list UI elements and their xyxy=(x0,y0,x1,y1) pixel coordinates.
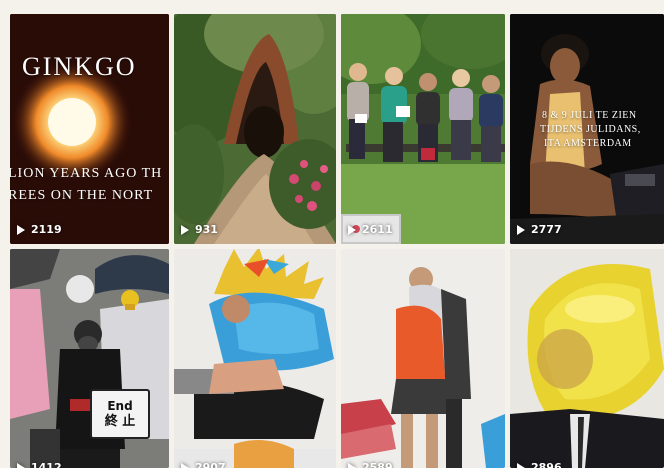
tile-caption-line-1: LION YEARS AGO TH xyxy=(10,166,163,181)
video-tile-embrace[interactable]: 2589 xyxy=(341,249,505,468)
view-count: 2611 xyxy=(348,223,393,236)
forest-thumbnail xyxy=(174,14,336,244)
video-tile-blue-plastic[interactable]: 2907 xyxy=(174,249,336,468)
ginkgo-thumbnail xyxy=(10,14,169,244)
view-count: 2589 xyxy=(348,461,393,468)
view-count: 2119 xyxy=(17,223,62,236)
video-tile-protest[interactable]: End 終 止 1412 xyxy=(10,249,169,468)
yellow-plastic-thumbnail xyxy=(510,249,664,468)
video-tile-ginkgo[interactable]: GINKGO LION YEARS AGO TH REES ON THE NOR… xyxy=(10,14,169,244)
video-tile-bench-group[interactable]: 2611 xyxy=(341,14,505,244)
video-tile-julidans[interactable]: 8 & 9 JULI TE ZIEN TIJDENS JULIDANS, ITA… xyxy=(510,14,664,244)
sign-text-chinese: 終 止 xyxy=(104,413,136,429)
video-tile-yellow-plastic[interactable]: 2896 xyxy=(510,249,664,468)
play-icon xyxy=(348,462,356,468)
view-count: 2777 xyxy=(517,223,562,236)
view-count: 2907 xyxy=(181,461,226,468)
video-tile-forest[interactable]: 931 xyxy=(174,14,336,244)
tile-title: GINKGO xyxy=(22,52,137,81)
tile-caption-line-3: ITA AMSTERDAM xyxy=(544,138,632,149)
play-icon xyxy=(181,462,189,468)
end-sign: End 終 止 xyxy=(90,389,150,439)
play-icon xyxy=(181,224,189,235)
tile-caption-line-2: REES ON THE NORT xyxy=(10,188,154,203)
bench-group-thumbnail xyxy=(341,14,505,244)
sign-text-english: End xyxy=(107,398,133,413)
view-count: 931 xyxy=(181,223,218,236)
play-icon xyxy=(17,462,25,468)
embrace-thumbnail xyxy=(341,249,505,468)
play-icon xyxy=(517,224,525,235)
blue-plastic-thumbnail xyxy=(174,249,336,468)
play-icon xyxy=(517,462,525,468)
play-icon xyxy=(348,224,356,235)
tile-caption-line-2: TIJDENS JULIDANS, xyxy=(540,124,641,135)
view-count: 1412 xyxy=(17,461,62,468)
tile-caption-line-1: 8 & 9 JULI TE ZIEN xyxy=(542,110,637,121)
play-icon xyxy=(17,224,25,235)
view-count: 2896 xyxy=(517,461,562,468)
video-grid: GINKGO LION YEARS AGO TH REES ON THE NOR… xyxy=(0,0,664,468)
